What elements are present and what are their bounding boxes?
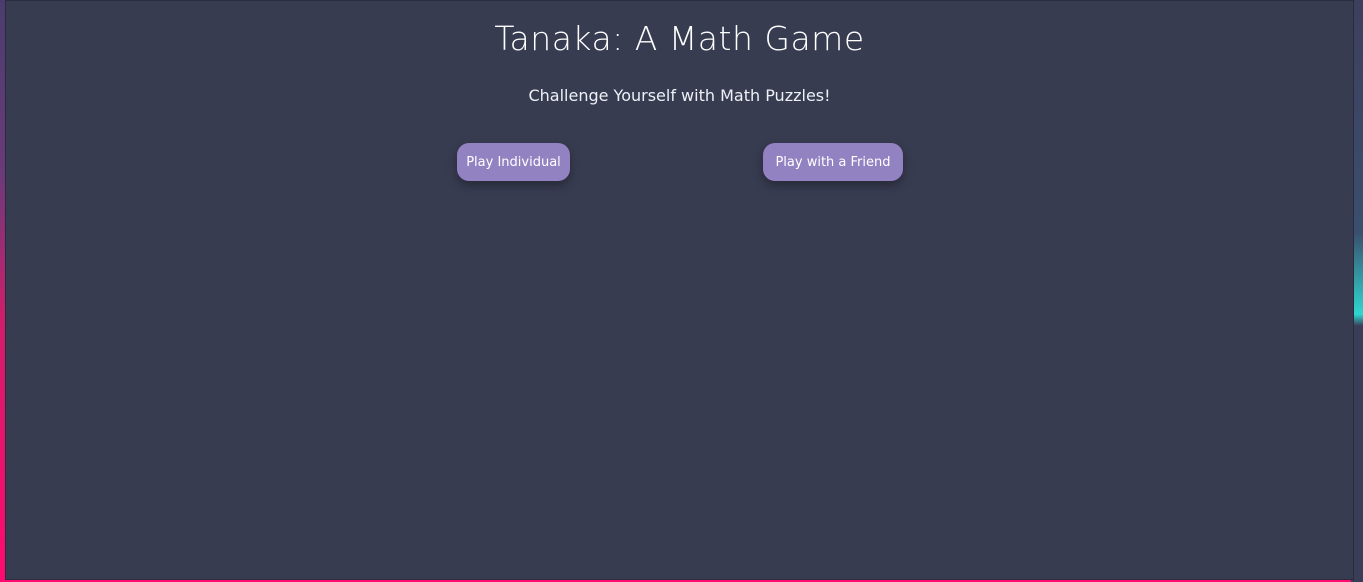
play-with-friend-button[interactable]: Play with a Friend: [763, 143, 903, 181]
game-panel: Tanaka: A Math Game Challenge Yourself w…: [5, 0, 1354, 580]
page-title: Tanaka: A Math Game: [494, 19, 865, 58]
play-individual-label: Play Individual: [466, 154, 561, 170]
play-individual-button[interactable]: Play Individual: [457, 143, 570, 181]
page-subtitle: Challenge Yourself with Math Puzzles!: [528, 86, 831, 105]
play-with-friend-label: Play with a Friend: [775, 154, 891, 170]
